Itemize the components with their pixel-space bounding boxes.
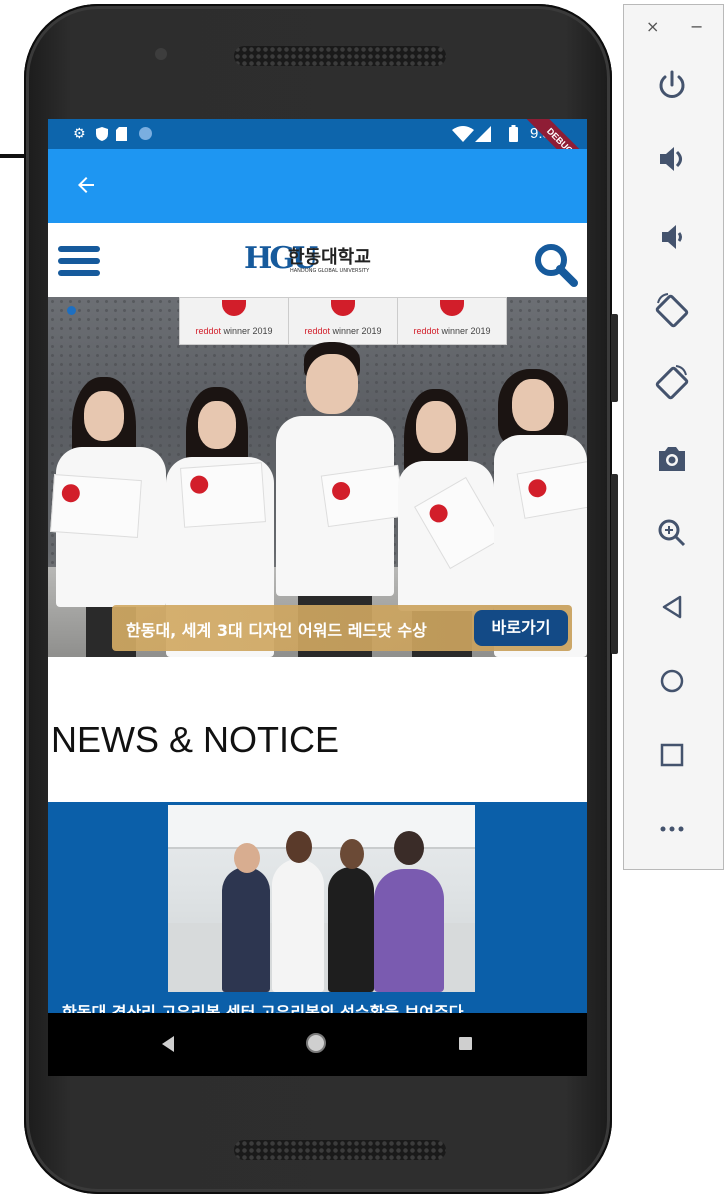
- top-speaker-grille: [234, 46, 446, 66]
- rotate-left-icon[interactable]: [650, 289, 694, 333]
- hero-caption-bar: 한동대, 세계 3대 디자인 어워드 레드닷 수상 바로가기: [112, 605, 572, 651]
- go-button[interactable]: 바로가기: [474, 610, 568, 646]
- battery-icon: [509, 125, 518, 142]
- status-bar: ⚙ 9:30 DEBUG: [48, 119, 587, 186]
- emulator-toolbar: × −: [623, 4, 724, 870]
- reddot-poster: reddot winner 2019: [397, 297, 507, 345]
- power-icon[interactable]: [650, 63, 694, 107]
- logo-english-name: HANDONG GLOBAL UNIVERSITY: [290, 268, 370, 274]
- rotate-right-icon[interactable]: [650, 361, 694, 405]
- shield-icon: [96, 127, 108, 141]
- device-screen: ⚙ 9:30 DEBUG HGU 한동대학교 HANDONG GLOBAL UN…: [48, 119, 587, 1076]
- volume-side-button[interactable]: [611, 474, 618, 654]
- arrow-left-icon[interactable]: [74, 173, 98, 197]
- hamburger-menu-icon[interactable]: [58, 246, 100, 276]
- minimize-icon[interactable]: −: [690, 19, 703, 35]
- android-nav-bar: [48, 1013, 587, 1076]
- zoom-in-icon[interactable]: [650, 511, 694, 555]
- sd-card-icon: [116, 127, 127, 141]
- reddot-poster: reddot winner 2019: [179, 297, 289, 345]
- home-icon[interactable]: [650, 659, 694, 703]
- camera-icon[interactable]: [650, 437, 694, 481]
- more-icon[interactable]: [650, 807, 694, 851]
- search-icon[interactable]: [532, 241, 578, 287]
- back-triangle-icon[interactable]: [162, 1036, 174, 1052]
- slide-indicator-dot[interactable]: [67, 306, 76, 315]
- app-bar: [48, 149, 587, 223]
- hero-caption-text: 한동대, 세계 3대 디자인 어워드 레드닷 수상: [126, 621, 427, 640]
- settings-icon: ⚙: [73, 126, 86, 142]
- volume-down-icon[interactable]: [650, 215, 694, 259]
- power-side-button[interactable]: [611, 314, 618, 402]
- close-icon[interactable]: ×: [646, 19, 659, 35]
- hero-banner[interactable]: reddot winner 2019 reddot winner 2019 re…: [48, 297, 587, 657]
- signal-icon: [475, 126, 491, 142]
- logo-korean-name: 한동대학교: [288, 247, 371, 268]
- site-header: HGU 한동대학교 HANDONG GLOBAL UNIVERSITY: [48, 223, 587, 297]
- reddot-poster: reddot winner 2019: [288, 297, 398, 345]
- overview-icon[interactable]: [650, 733, 694, 777]
- bottom-speaker-grille: [234, 1140, 446, 1160]
- news-photo: [168, 805, 475, 992]
- recents-square-icon[interactable]: [459, 1037, 472, 1050]
- news-card[interactable]: 한동대 경산리 고우리봉 센터 고우리봉의 성수확을 보여주다: [48, 802, 587, 1013]
- wifi-icon: [452, 126, 474, 142]
- home-circle-icon[interactable]: [306, 1033, 326, 1053]
- front-camera: [155, 48, 167, 60]
- news-section-title: NEWS & NOTICE: [51, 719, 340, 760]
- news-headline[interactable]: 한동대 경산리 고우리봉 센터 고우리봉의 성수확을 보여주다: [62, 999, 463, 1013]
- circle-icon: [139, 127, 152, 140]
- back-icon[interactable]: [650, 585, 694, 629]
- volume-up-icon[interactable]: [650, 137, 694, 181]
